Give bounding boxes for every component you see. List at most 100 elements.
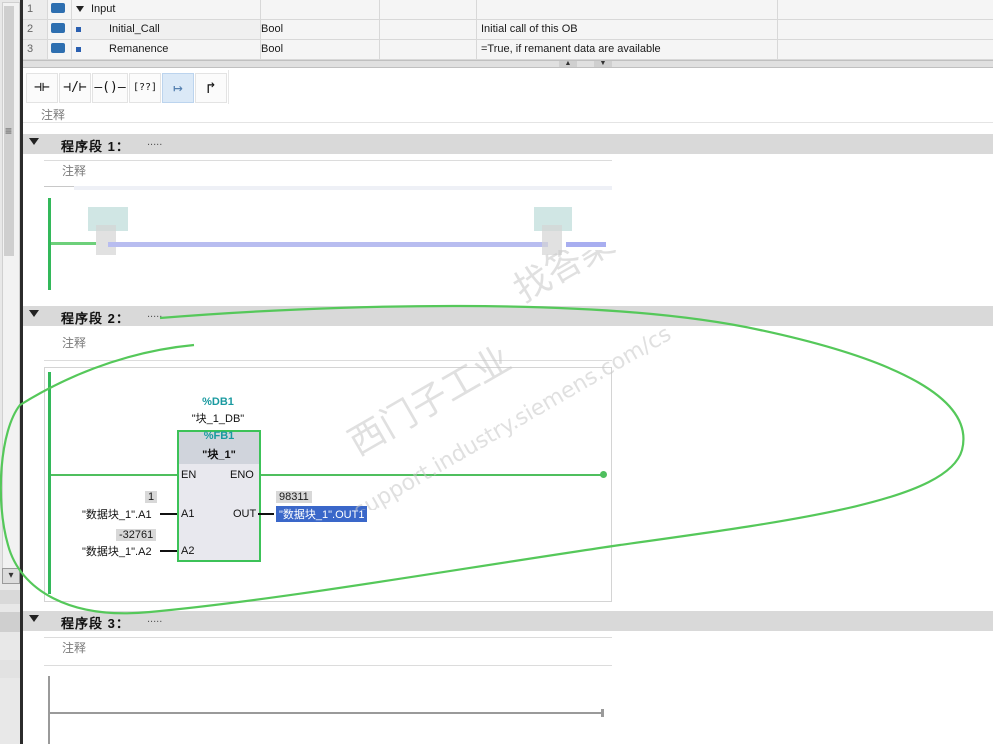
pin-eno: ENO	[230, 469, 254, 481]
comment-cell[interactable]	[477, 0, 778, 19]
network-title[interactable]: 程序段 3：	[61, 613, 130, 632]
type-cell[interactable]: Bool	[257, 20, 380, 39]
collapse-icon[interactable]	[29, 615, 39, 622]
out-wire	[258, 513, 274, 515]
parameter-icon	[51, 3, 65, 14]
divider	[44, 186, 74, 187]
scroll-down-button[interactable]: ▾	[2, 568, 20, 584]
row-number: 2	[23, 20, 48, 39]
bullet-icon	[76, 46, 81, 52]
interface-row[interactable]: 2 Initial_Call Bool Initial call of this…	[23, 20, 993, 40]
divider	[23, 122, 993, 123]
type-cell[interactable]	[257, 0, 380, 19]
blurred-element	[96, 225, 116, 255]
no-contact-button[interactable]: ⊣⊢	[26, 73, 58, 103]
interface-row[interactable]: 1 Input	[23, 0, 993, 20]
power-rail	[48, 676, 50, 744]
splitter-up-icon[interactable]: ▲	[559, 60, 577, 67]
splitter-down-icon[interactable]: ▼	[594, 60, 612, 67]
rung-end-icon	[600, 471, 607, 478]
divider	[44, 360, 612, 361]
fb-name[interactable]: "块_1"	[179, 446, 259, 462]
a2-operand[interactable]: "数据块_1".A2	[82, 543, 152, 559]
grip-icon[interactable]: ≡	[5, 124, 12, 138]
network-title[interactable]: 程序段 1：	[61, 136, 130, 155]
normally-open-contact-icon: ⊣⊢	[34, 80, 50, 95]
blurred-region	[74, 186, 612, 190]
network-1-header[interactable]: 程序段 1： .....	[23, 134, 993, 154]
default-cell[interactable]	[376, 0, 477, 19]
interface-icon	[48, 40, 72, 59]
empty-box-icon: [??]	[132, 82, 158, 93]
network-3-header[interactable]: 程序段 3： .....	[23, 611, 993, 631]
name-cell[interactable]: Remanence	[72, 40, 261, 59]
default-cell[interactable]	[376, 20, 477, 39]
network-2-header[interactable]: 程序段 2： .....	[23, 306, 993, 326]
panel-divider	[20, 0, 23, 744]
blurred-element	[542, 225, 562, 255]
rung-wire-en	[51, 474, 177, 476]
splitter[interactable]: ▲ ▼	[23, 60, 993, 68]
interface-table: 1 Input 2 Initial_Call Bool Initial call…	[23, 0, 993, 60]
normally-closed-contact-icon: ⊣/⊢	[63, 80, 87, 95]
open-branch-icon: ↦	[173, 78, 183, 97]
default-cell[interactable]	[376, 40, 477, 59]
fb-address: %FB1	[203, 430, 235, 442]
rung-wire	[50, 712, 603, 714]
left-panel-row	[0, 660, 20, 678]
comment-cell[interactable]: Initial call of this OB	[477, 20, 778, 39]
parameter-icon	[51, 23, 65, 34]
parameter-icon	[51, 43, 65, 54]
row-number: 1	[23, 0, 48, 19]
nc-contact-button[interactable]: ⊣/⊢	[59, 73, 91, 103]
divider	[44, 637, 612, 638]
a2-monitor-value: -32761	[116, 529, 157, 541]
db-address: %DB1	[202, 396, 234, 408]
close-branch-button[interactable]: ↱	[195, 73, 227, 103]
coil-icon: –()–	[94, 80, 126, 95]
collapse-icon[interactable]	[76, 6, 84, 13]
a2-wire	[160, 550, 177, 552]
blurred-wire	[566, 242, 606, 247]
db-name[interactable]: "块_1_DB"	[168, 410, 268, 426]
empty-box-button[interactable]: [??]	[129, 73, 161, 103]
network-dots[interactable]: .....	[147, 613, 162, 625]
row-name: Remanence	[109, 43, 169, 55]
interface-icon	[48, 0, 72, 19]
watermark-line2: 找答案	[507, 250, 621, 311]
comment-cell[interactable]: =True, if remanent data are available	[477, 40, 778, 59]
power-rail	[48, 372, 51, 594]
collapse-icon[interactable]	[29, 138, 39, 145]
left-panel-row	[0, 612, 20, 632]
bullet-icon	[76, 26, 81, 32]
pin-a2: A2	[181, 545, 195, 557]
interface-row[interactable]: 3 Remanence Bool =True, if remanent data…	[23, 40, 993, 60]
a1-operand[interactable]: "数据块_1".A1	[82, 506, 152, 522]
network-dots[interactable]: .....	[147, 136, 162, 148]
network-2-canvas[interactable]	[44, 367, 612, 602]
rung-wire-eno	[258, 474, 603, 476]
close-branch-icon: ↱	[206, 78, 216, 97]
open-branch-button[interactable]: ↦	[162, 73, 194, 103]
row-name: Input	[91, 3, 116, 15]
out-operand-selected[interactable]: "数据块_1".OUT1	[274, 505, 369, 523]
a1-wire	[160, 513, 177, 515]
network-comment[interactable]: 注释	[62, 334, 86, 351]
pin-en: EN	[181, 469, 197, 481]
a1-monitor-value: 1	[145, 491, 158, 503]
left-panel-row	[0, 590, 20, 604]
divider	[44, 160, 612, 161]
name-cell[interactable]: Input	[72, 0, 261, 19]
block-comment[interactable]: 注释	[41, 106, 65, 123]
blurred-wire	[108, 242, 548, 247]
name-cell[interactable]: Initial_Call	[72, 20, 261, 39]
network-comment[interactable]: 注释	[62, 639, 86, 656]
network-dots[interactable]: .....	[147, 308, 162, 320]
network-comment[interactable]: 注释	[62, 162, 86, 179]
collapse-icon[interactable]	[29, 310, 39, 317]
toolbar-area	[228, 70, 993, 104]
coil-button[interactable]: –()–	[92, 73, 128, 103]
network-title[interactable]: 程序段 2：	[61, 308, 130, 327]
type-cell[interactable]: Bool	[257, 40, 380, 59]
row-name: Initial_Call	[109, 23, 160, 35]
